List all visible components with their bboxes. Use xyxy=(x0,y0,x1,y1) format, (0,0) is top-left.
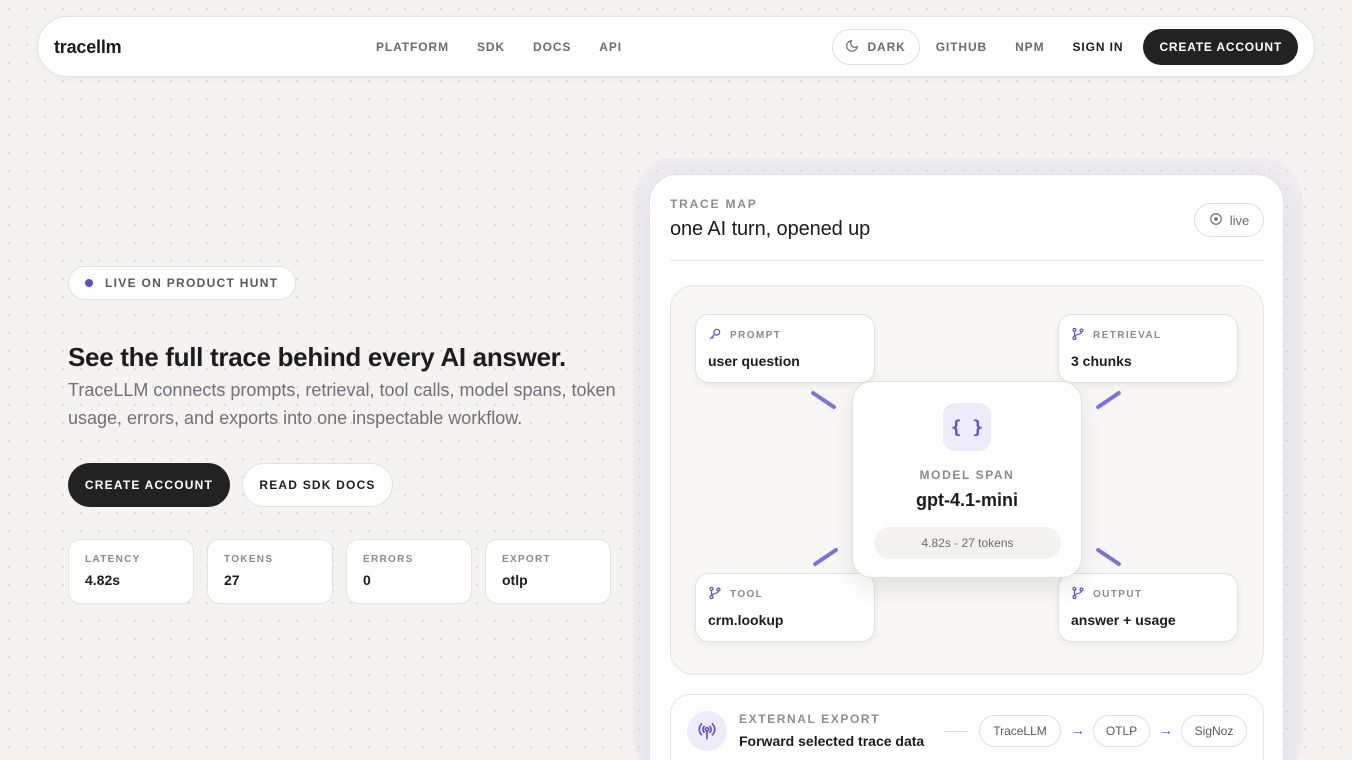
live-status-badge[interactable]: live xyxy=(1194,203,1264,237)
stat-errors: ERRORS 0 xyxy=(346,539,472,604)
connector-tool xyxy=(812,547,839,567)
model-span-eyebrow: MODEL SPAN xyxy=(919,468,1015,482)
connector-prompt xyxy=(810,390,837,410)
trace-map-eyebrow: TRACE MAP xyxy=(670,197,758,211)
trace-map-card: TRACE MAP one AI turn, opened up live PR… xyxy=(649,174,1284,760)
model-name: gpt-4.1-mini xyxy=(916,490,1018,510)
stat-export: EXPORT otlp xyxy=(485,539,611,604)
connector-retrieval xyxy=(1095,390,1122,410)
export-chip-tracellm[interactable]: TraceLLM xyxy=(979,715,1061,747)
branch-icon xyxy=(1071,586,1085,603)
stat-value: 0 xyxy=(363,572,371,588)
nav-link-sdk[interactable]: SDK xyxy=(477,40,505,54)
connector-output xyxy=(1095,547,1122,567)
badge-label: LIVE ON PRODUCT HUNT xyxy=(105,276,279,290)
export-chip-signoz[interactable]: SigNoz xyxy=(1181,715,1247,747)
hero-title: See the full trace behind every AI answe… xyxy=(68,342,566,372)
stat-value: otlp xyxy=(502,572,528,588)
hero-subtitle: TraceLLM connects prompts, retrieval, to… xyxy=(68,380,616,428)
stat-label: TOKENS xyxy=(224,554,274,565)
moon-icon xyxy=(845,39,859,56)
node-label: OUTPUT xyxy=(1093,589,1143,600)
nav-link-docs[interactable]: DOCS xyxy=(533,40,571,54)
export-title: Forward selected trace data xyxy=(739,733,925,749)
key-icon xyxy=(708,327,722,344)
stat-label: ERRORS xyxy=(363,554,414,565)
node-value: user question xyxy=(708,353,800,369)
node-label: RETRIEVAL xyxy=(1093,330,1162,341)
export-chip-otlp[interactable]: OTLP xyxy=(1093,715,1150,747)
stat-latency: LATENCY 4.82s xyxy=(68,539,194,604)
stat-value: 4.82s xyxy=(85,572,121,588)
card-divider xyxy=(670,260,1264,261)
node-value: crm.lookup xyxy=(708,612,784,628)
nav-create-account-button[interactable]: CREATE ACCOUNT xyxy=(1143,29,1298,65)
arrow-right-icon: → xyxy=(1071,722,1085,738)
brand-logo[interactable]: tracellm xyxy=(54,37,122,58)
nav-link-platform[interactable]: PLATFORM xyxy=(376,40,449,54)
broadcast-icon xyxy=(687,711,727,751)
live-status-label: live xyxy=(1229,212,1250,228)
read-sdk-docs-button[interactable]: READ SDK DOCS xyxy=(242,463,393,507)
node-value: answer + usage xyxy=(1071,612,1176,628)
export-eyebrow: EXTERNAL EXPORT xyxy=(739,712,881,726)
node-retrieval[interactable]: RETRIEVAL 3 chunks xyxy=(1058,314,1238,383)
live-status-icon xyxy=(1209,212,1223,229)
github-link[interactable]: GITHUB xyxy=(936,40,987,54)
branch-icon xyxy=(708,586,722,603)
product-hunt-badge[interactable]: LIVE ON PRODUCT HUNT xyxy=(68,266,297,300)
node-value: 3 chunks xyxy=(1071,353,1132,369)
theme-toggle-button[interactable]: DARK xyxy=(832,29,920,65)
stats-row: LATENCY 4.82s TOKENS 27 ERRORS 0 EXPORT … xyxy=(68,539,611,604)
node-prompt[interactable]: PROMPT user question xyxy=(695,314,875,383)
node-output[interactable]: OUTPUT answer + usage xyxy=(1058,573,1238,642)
sign-in-link[interactable]: SIGN IN xyxy=(1072,40,1123,54)
create-account-button[interactable]: CREATE ACCOUNT xyxy=(68,463,230,507)
export-divider xyxy=(945,731,967,732)
npm-link[interactable]: NPM xyxy=(1015,40,1044,54)
nav-links: PLATFORM SDK DOCS API xyxy=(376,40,650,54)
model-span-meta: 4.82s - 27 tokens xyxy=(874,527,1061,559)
stat-label: LATENCY xyxy=(85,554,141,565)
external-export-panel: EXTERNAL EXPORT Forward selected trace d… xyxy=(670,694,1264,760)
stat-tokens: TOKENS 27 xyxy=(207,539,333,604)
live-dot-icon xyxy=(85,279,93,287)
top-nav: tracellm PLATFORM SDK DOCS API DARK GITH… xyxy=(37,16,1315,77)
theme-toggle-label: DARK xyxy=(867,40,906,54)
trace-map-canvas: PROMPT user question RETRIEVAL 3 chunks … xyxy=(670,285,1264,675)
model-span-node[interactable]: { } MODEL SPAN gpt-4.1-mini 4.82s - 27 t… xyxy=(852,381,1082,578)
node-label: TOOL xyxy=(730,589,764,600)
branch-icon xyxy=(1071,327,1085,344)
arrow-right-icon: → xyxy=(1159,722,1173,738)
nav-actions: DARK GITHUB NPM SIGN IN CREATE ACCOUNT xyxy=(832,29,1298,65)
stat-label: EXPORT xyxy=(502,554,551,565)
node-tool[interactable]: TOOL crm.lookup xyxy=(695,573,875,642)
nav-link-api[interactable]: API xyxy=(599,40,622,54)
node-label: PROMPT xyxy=(730,330,782,341)
trace-map-title: one AI turn, opened up xyxy=(670,218,871,240)
stat-value: 27 xyxy=(224,572,240,588)
code-braces-icon: { } xyxy=(943,403,991,451)
